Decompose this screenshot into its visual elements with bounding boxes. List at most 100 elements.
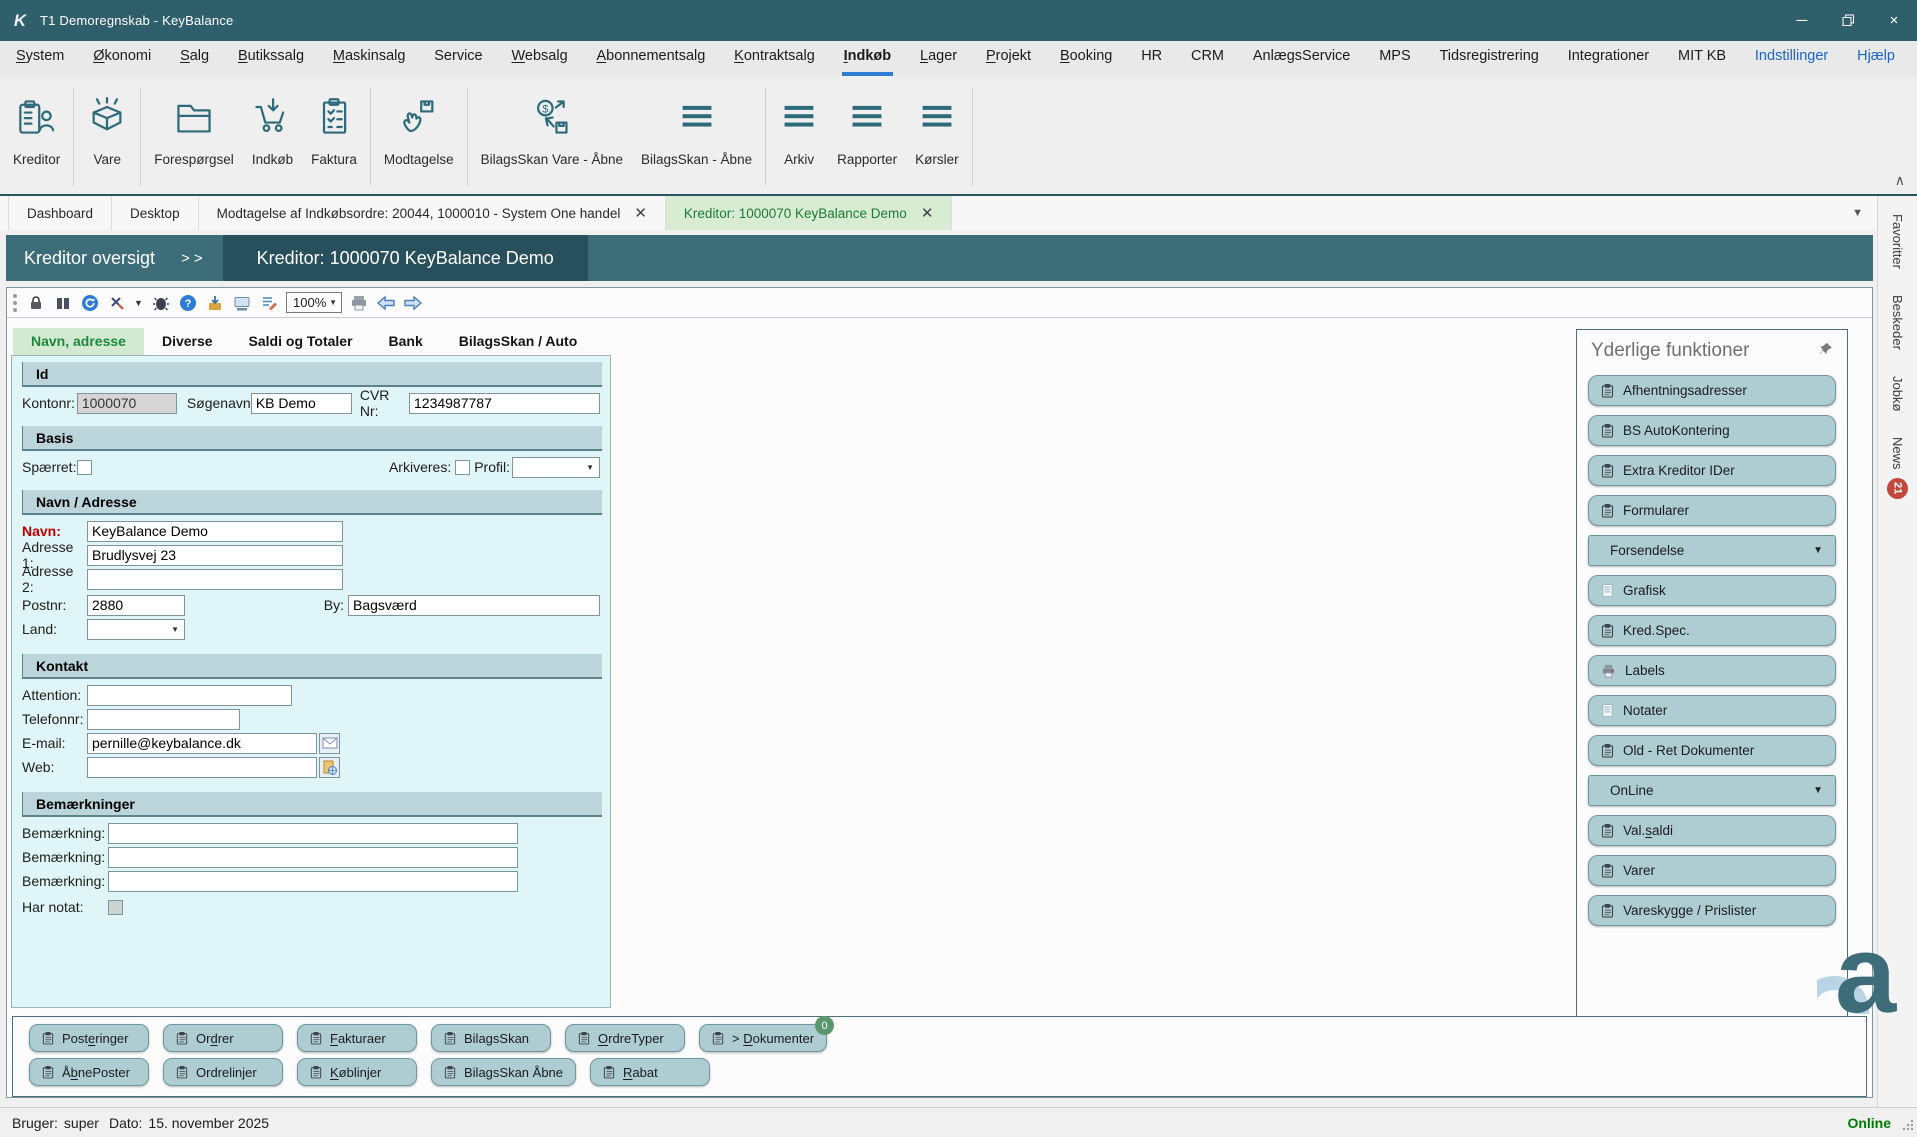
menu-indstillinger[interactable]: Indstillinger xyxy=(1753,48,1830,76)
afhentningsadresser-button[interactable]: Afhentningsadresser xyxy=(1588,375,1836,406)
menu-abonnementsalg[interactable]: Abonnementsalg xyxy=(594,48,707,76)
form-tab-diverse[interactable]: Diverse xyxy=(144,328,231,355)
old-ret-dokumenter-button[interactable]: Old - Ret Dokumenter xyxy=(1588,735,1836,766)
menu-mps[interactable]: MPS xyxy=(1377,48,1412,76)
pin-icon[interactable] xyxy=(1819,340,1833,362)
menu-projekt[interactable]: Projekt xyxy=(984,48,1033,76)
ribbon-kreditor-button[interactable]: Kreditor xyxy=(4,86,69,167)
ribbon-bilagsskan-vare-button[interactable]: $ BilagsSkan Vare - Åbne xyxy=(472,86,632,167)
telefonnr-field[interactable] xyxy=(87,709,240,730)
postnr-field[interactable] xyxy=(87,595,185,616)
dock-tab-news[interactable]: News xyxy=(1890,437,1905,470)
kred-spec-button[interactable]: Kred.Spec. xyxy=(1588,615,1836,646)
form-tab-bilagsskan-auto[interactable]: BilagsSkan / Auto xyxy=(441,328,596,355)
menu-lager[interactable]: Lager xyxy=(918,48,959,76)
ribbon-bilagsskan-abne-button[interactable]: BilagsSkan - Åbne xyxy=(632,86,761,167)
rabat-button[interactable]: Rabat xyxy=(590,1058,710,1086)
grafisk-button[interactable]: Grafisk xyxy=(1588,575,1836,606)
zoom-select[interactable]: 100%▼ xyxy=(286,292,342,313)
bemaerkning3-field[interactable] xyxy=(108,871,518,892)
print-icon[interactable] xyxy=(349,293,369,313)
minimize-button[interactable]: ─ xyxy=(1779,0,1825,41)
tab-desktop[interactable]: Desktop xyxy=(112,196,199,230)
menu-system[interactable]: System xyxy=(14,48,66,76)
bilagsskan-button[interactable]: BilagsSkan xyxy=(431,1024,551,1052)
send-email-button[interactable] xyxy=(319,733,340,754)
collapse-ribbon-icon[interactable]: ∧ xyxy=(1895,172,1905,189)
by-field[interactable] xyxy=(348,595,600,616)
cvr-field[interactable] xyxy=(409,393,600,414)
dock-tab-jobko[interactable]: Jobkø xyxy=(1890,376,1905,411)
bemaerkning1-field[interactable] xyxy=(108,823,518,844)
tab-overflow-icon[interactable]: ▼ xyxy=(1852,207,1877,219)
fakturaer-button[interactable]: Fakturaer xyxy=(297,1024,417,1052)
menu-hjaelp[interactable]: Hjælp xyxy=(1855,48,1897,76)
bs-autokontering-button[interactable]: BS AutoKontering xyxy=(1588,415,1836,446)
close-button[interactable]: × xyxy=(1871,0,1917,41)
menu-tidsregistrering[interactable]: Tidsregistrering xyxy=(1437,48,1540,76)
ribbon-modtagelse-button[interactable]: Modtagelse xyxy=(375,86,463,167)
columns-icon[interactable] xyxy=(53,293,73,313)
navn-field[interactable] xyxy=(87,521,343,542)
ribbon-rapporter-button[interactable]: Rapporter xyxy=(828,86,906,167)
menu-okonomi[interactable]: Økonomi xyxy=(91,48,153,76)
abneposter-button[interactable]: ÅbnePoster xyxy=(29,1058,149,1086)
extra-kreditor-ider-button[interactable]: Extra Kreditor IDer xyxy=(1588,455,1836,486)
export-icon[interactable] xyxy=(205,293,225,313)
koblinjer-button[interactable]: Køblinjer xyxy=(297,1058,417,1086)
arkiveres-checkbox[interactable] xyxy=(455,460,470,475)
tab-dashboard[interactable]: Dashboard xyxy=(8,196,112,230)
toolbar-grip-handle[interactable] xyxy=(13,294,17,312)
close-tab-icon[interactable]: ✕ xyxy=(634,204,647,222)
email-field[interactable] xyxy=(87,733,317,754)
bilagsskan-abne-button[interactable]: BilagsSkan Åbne xyxy=(431,1058,576,1086)
adresse2-field[interactable] xyxy=(87,569,343,590)
varer-button[interactable]: Varer xyxy=(1588,855,1836,886)
menu-integrationer[interactable]: Integrationer xyxy=(1566,48,1651,76)
ribbon-foresporgsel-button[interactable]: Forespørgsel xyxy=(145,86,243,167)
refresh-icon[interactable] xyxy=(80,293,100,313)
edit-icon[interactable] xyxy=(107,293,127,313)
lock-icon[interactable] xyxy=(26,293,46,313)
forward-icon[interactable] xyxy=(403,293,423,313)
land-select[interactable]: ▼ xyxy=(87,619,185,640)
bemaerkning2-field[interactable] xyxy=(108,847,518,868)
menu-butikssalg[interactable]: Butikssalg xyxy=(236,48,306,76)
menu-websalg[interactable]: Websalg xyxy=(509,48,569,76)
ordrelinjer-button[interactable]: Ordrelinjer xyxy=(163,1058,283,1086)
menu-service[interactable]: Service xyxy=(432,48,484,76)
menu-salg[interactable]: Salg xyxy=(178,48,211,76)
formularer-button[interactable]: Formularer xyxy=(1588,495,1836,526)
ordretyper-button[interactable]: OrdreTyper xyxy=(565,1024,685,1052)
profil-select[interactable]: ▼ xyxy=(512,457,600,478)
restore-button[interactable] xyxy=(1825,0,1871,41)
close-tab-icon[interactable]: ✕ xyxy=(921,204,934,222)
menu-mit-kb[interactable]: MIT KB xyxy=(1676,48,1728,76)
ordrer-button[interactable]: Ordrer xyxy=(163,1024,283,1052)
dock-tab-favoritter[interactable]: Favoritter xyxy=(1890,214,1905,269)
vareskygge-prislister-button[interactable]: Vareskygge / Prislister xyxy=(1588,895,1836,926)
breadcrumb-current[interactable]: Kreditor: 1000070 KeyBalance Demo xyxy=(223,235,588,281)
posteringer-button[interactable]: Posteringer xyxy=(29,1024,149,1052)
attention-field[interactable] xyxy=(87,685,292,706)
ribbon-korsler-button[interactable]: Kørsler xyxy=(906,86,968,167)
resize-grip[interactable] xyxy=(1901,1118,1914,1134)
open-website-button[interactable] xyxy=(319,757,340,778)
valsaldi-button[interactable]: Val.saldi xyxy=(1588,815,1836,846)
sogenavn-field[interactable] xyxy=(251,393,352,414)
menu-anlaegsservice[interactable]: AnlægsService xyxy=(1251,48,1353,76)
form-tab-navn-adresse[interactable]: Navn, adresse xyxy=(13,328,144,355)
labels-button[interactable]: Labels xyxy=(1588,655,1836,686)
menu-maskinsalg[interactable]: Maskinsalg xyxy=(331,48,408,76)
web-field[interactable] xyxy=(87,757,317,778)
spaerret-checkbox[interactable] xyxy=(77,460,92,475)
menu-booking[interactable]: Booking xyxy=(1058,48,1114,76)
notes-edit-icon[interactable] xyxy=(259,293,279,313)
edit-dropdown-icon[interactable]: ▼ xyxy=(134,298,144,308)
back-icon[interactable] xyxy=(376,293,396,313)
notater-button[interactable]: Notater xyxy=(1588,695,1836,726)
dokumenter-button[interactable]: > Dokumenter0 xyxy=(699,1024,827,1052)
breadcrumb-parent[interactable]: Kreditor oversigt xyxy=(6,235,181,281)
menu-hr[interactable]: HR xyxy=(1139,48,1164,76)
ribbon-faktura-button[interactable]: Faktura xyxy=(302,86,366,167)
